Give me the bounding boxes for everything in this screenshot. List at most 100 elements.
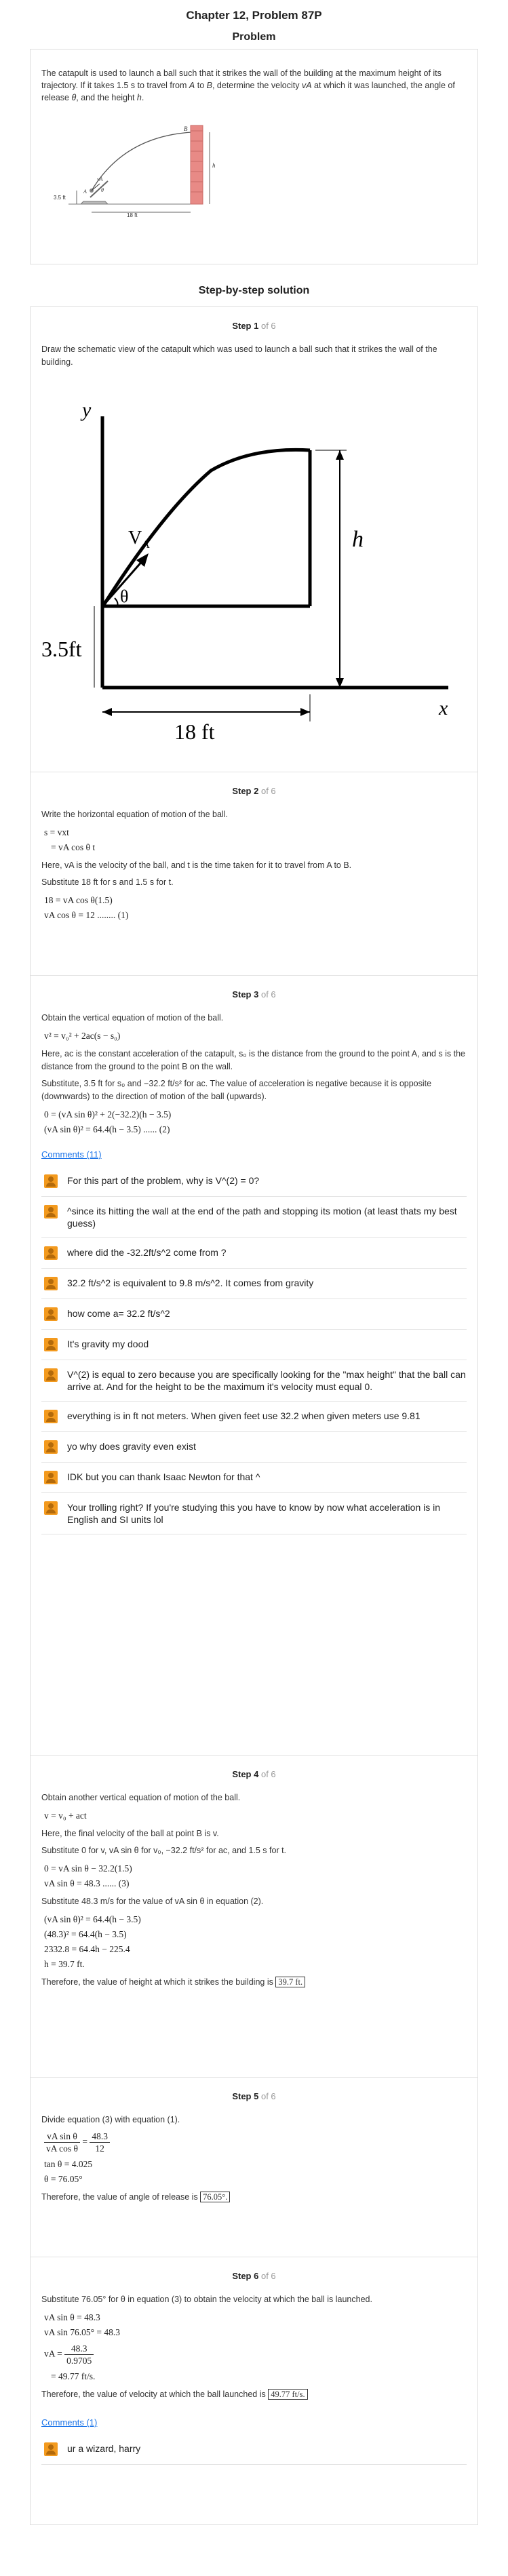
- avatar[interactable]: [44, 1338, 58, 1351]
- avatar[interactable]: [44, 1471, 58, 1484]
- step-4-eq5: (48.3)² = 64.4(h − 3.5): [44, 1929, 127, 1939]
- step-4: Step 4 of 6 Obtain another vertical equa…: [31, 1755, 477, 2077]
- step-6-result: Therefore, the value of velocity at whic…: [41, 2388, 467, 2401]
- comment: where did the -32.2ft/s^2 come from ?: [41, 1238, 467, 1269]
- step-2-eq4: vA cos θ = 12 ........ (1): [44, 910, 129, 920]
- step-5-eq3: θ = 76.05°: [44, 2174, 83, 2184]
- avatar[interactable]: [44, 1246, 58, 1260]
- problem-figure: h B vA θ A 3.5 ft 18 ft: [54, 125, 216, 218]
- schematic-va-label: VA: [128, 528, 150, 551]
- problem-figure-b: B: [184, 125, 188, 132]
- step-6-eq3: vA = 48.3 0.9705: [41, 2343, 467, 2366]
- step-4-eq6: 2332.8 = 64.4h − 225.4: [44, 1944, 130, 1954]
- step-4-eq7: h = 39.7 ft.: [44, 1959, 85, 1969]
- step-3-header: Step 3 of 6: [232, 989, 276, 999]
- problem-figure-theta: θ: [101, 187, 104, 193]
- step-4-sub2: Substitute 48.3 m/s for the value of vA …: [41, 1897, 264, 1906]
- step-4-eq4: (vA sin θ)² = 64.4(h − 3.5): [44, 1914, 141, 1924]
- avatar[interactable]: [44, 1501, 58, 1515]
- comment: everything is in ft not meters. When giv…: [41, 1402, 467, 1432]
- step-3-eq2: 0 = (vA sin θ)² + 2(−32.2)(h − 3.5): [44, 1109, 172, 1119]
- schematic-figure: y x VA θ h 3.5ft 18 ft: [41, 399, 448, 744]
- comment: 32.2 ft/s^2 is equivalent to 9.8 m/s^2. …: [41, 1269, 467, 1299]
- problem-text: The catapult is used to launch a ball su…: [41, 68, 455, 102]
- schematic-18-label: 18 ft: [174, 719, 215, 744]
- avatar[interactable]: [44, 1174, 58, 1188]
- comment: ^since its hitting the wall at the end o…: [41, 1197, 467, 1238]
- problem-figure-18: 18 ft: [127, 212, 138, 218]
- step-4-eq3: vA sin θ = 48.3 ...... (3): [44, 1878, 130, 1888]
- step-6: Step 6 of 6 Substitute 76.05° for θ in e…: [31, 2257, 477, 2524]
- step-2-eq3: 18 = vA cos θ(1.5): [44, 895, 113, 905]
- step-6-eq2: vA sin 76.05° = 48.3: [44, 2327, 121, 2337]
- schematic-35-label: 3.5ft: [41, 637, 82, 661]
- avatar[interactable]: [44, 1277, 58, 1290]
- step-3: Step 3 of 6 Obtain the vertical equation…: [31, 975, 477, 1755]
- step-4-here: Here, the final velocity of the ball at …: [41, 1829, 219, 1838]
- step-1-header: Step 1 of 6: [232, 321, 276, 331]
- avatar[interactable]: [44, 1440, 58, 1454]
- comment: V^(2) is equal to zero because you are s…: [41, 1360, 467, 1402]
- step-3-here: Here, ac is the constant acceleration of…: [41, 1049, 465, 1071]
- step-2-eq2: = vA cos θ t: [51, 842, 96, 852]
- step-5-result-box: 76.05°.: [200, 2192, 231, 2202]
- step-3-eq3: (vA sin θ)² = 64.4(h − 3.5) ...... (2): [44, 1124, 170, 1134]
- step-2-text: Write the horizontal equation of motion …: [41, 810, 228, 819]
- step-1-text: Draw the schematic view of the catapult …: [41, 344, 437, 367]
- avatar[interactable]: [44, 1205, 58, 1218]
- comment-list-step-3: For this part of the problem, why is V^(…: [41, 1166, 467, 1534]
- step-4-result: Therefore, the value of height at which …: [41, 1976, 467, 1989]
- avatar[interactable]: [44, 1368, 58, 1382]
- schematic-theta-label: θ: [120, 587, 128, 606]
- comment: It's gravity my dood: [41, 1330, 467, 1360]
- solution-card: Step 1 of 6 Draw the schematic view of t…: [30, 306, 478, 2525]
- comment: how come a= 32.2 ft/s^2: [41, 1299, 467, 1330]
- page: Chapter 12, Problem 87P Problem The cata…: [0, 0, 508, 2539]
- step-5-text: Divide equation (3) with equation (1).: [41, 2115, 180, 2124]
- step-3-eq1: v² = v₀² + 2ac(s − s₀): [44, 1031, 121, 1041]
- comment: For this part of the problem, why is V^(…: [41, 1166, 467, 1197]
- comment: IDK but you can thank Isaac Newton for t…: [41, 1463, 467, 1493]
- step-4-result-box: 39.7 ft.: [275, 1977, 306, 1987]
- problem-figure-va: vA: [97, 176, 103, 182]
- avatar[interactable]: [44, 1410, 58, 1423]
- schematic-x-label: x: [438, 697, 448, 719]
- step-5-result: Therefore, the value of angle of release…: [41, 2191, 467, 2204]
- step-2-sub: Substitute 18 ft for s and 1.5 s for t.: [41, 877, 174, 887]
- schematic-y-label: y: [80, 399, 92, 421]
- problem-figure-h: h: [212, 162, 216, 169]
- step-5: Step 5 of 6 Divide equation (3) with equ…: [31, 2077, 477, 2257]
- comment: yo why does gravity even exist: [41, 1432, 467, 1463]
- step-2: Step 2 of 6 Write the horizontal equatio…: [31, 772, 477, 975]
- step-6-header: Step 6 of 6: [232, 2271, 276, 2281]
- step-5-header: Step 5 of 6: [232, 2091, 276, 2101]
- step-1: Step 1 of 6 Draw the schematic view of t…: [31, 307, 477, 772]
- avatar[interactable]: [44, 2442, 58, 2456]
- problem-card: The catapult is used to launch a ball su…: [30, 49, 478, 264]
- step-6-eq4: = 49.77 ft/s.: [51, 2371, 96, 2381]
- step-6-result-box: 49.77 ft/s.: [268, 2389, 308, 2400]
- step-2-eq1: s = vxt: [44, 827, 69, 837]
- comment: Your trolling right? If you're studying …: [41, 1493, 467, 1534]
- comment: ur a wizard, harry: [41, 2434, 467, 2465]
- step-2-here: Here, vA is the velocity of the ball, an…: [41, 860, 352, 870]
- comments-link-step-3[interactable]: Comments (11): [41, 1149, 102, 1160]
- problem-figure-35: 3.5 ft: [54, 195, 66, 201]
- step-2-header: Step 2 of 6: [232, 786, 276, 796]
- step-5-eq1: vA sin θ vA cos θ = 48.3 12: [41, 2131, 467, 2154]
- step-4-eq2: 0 = vA sin θ − 32.2(1.5): [44, 1863, 132, 1874]
- problem-figure-a: A: [83, 189, 87, 195]
- schematic-h-label: h: [352, 527, 364, 552]
- problem-heading: Problem: [232, 31, 276, 43]
- step-6-eq1: vA sin θ = 48.3: [44, 2312, 100, 2322]
- step-6-text: Substitute 76.05° for θ in equation (3) …: [41, 2295, 372, 2304]
- step-5-eq2: tan θ = 4.025: [44, 2159, 93, 2169]
- step-4-sub: Substitute 0 for v, vA sin θ for v₀, −32…: [41, 1846, 287, 1855]
- avatar[interactable]: [44, 1307, 58, 1321]
- comment-list-step-6: ur a wizard, harry: [41, 2434, 467, 2465]
- comments-link-step-6[interactable]: Comments (1): [41, 2417, 97, 2428]
- step-3-text: Obtain the vertical equation of motion o…: [41, 1013, 224, 1023]
- step-4-eq1: v = v₀ + act: [44, 1810, 87, 1821]
- step-3-sub: Substitute, 3.5 ft for s₀ and −32.2 ft/s…: [41, 1079, 432, 1101]
- step-4-header: Step 4 of 6: [232, 1769, 276, 1779]
